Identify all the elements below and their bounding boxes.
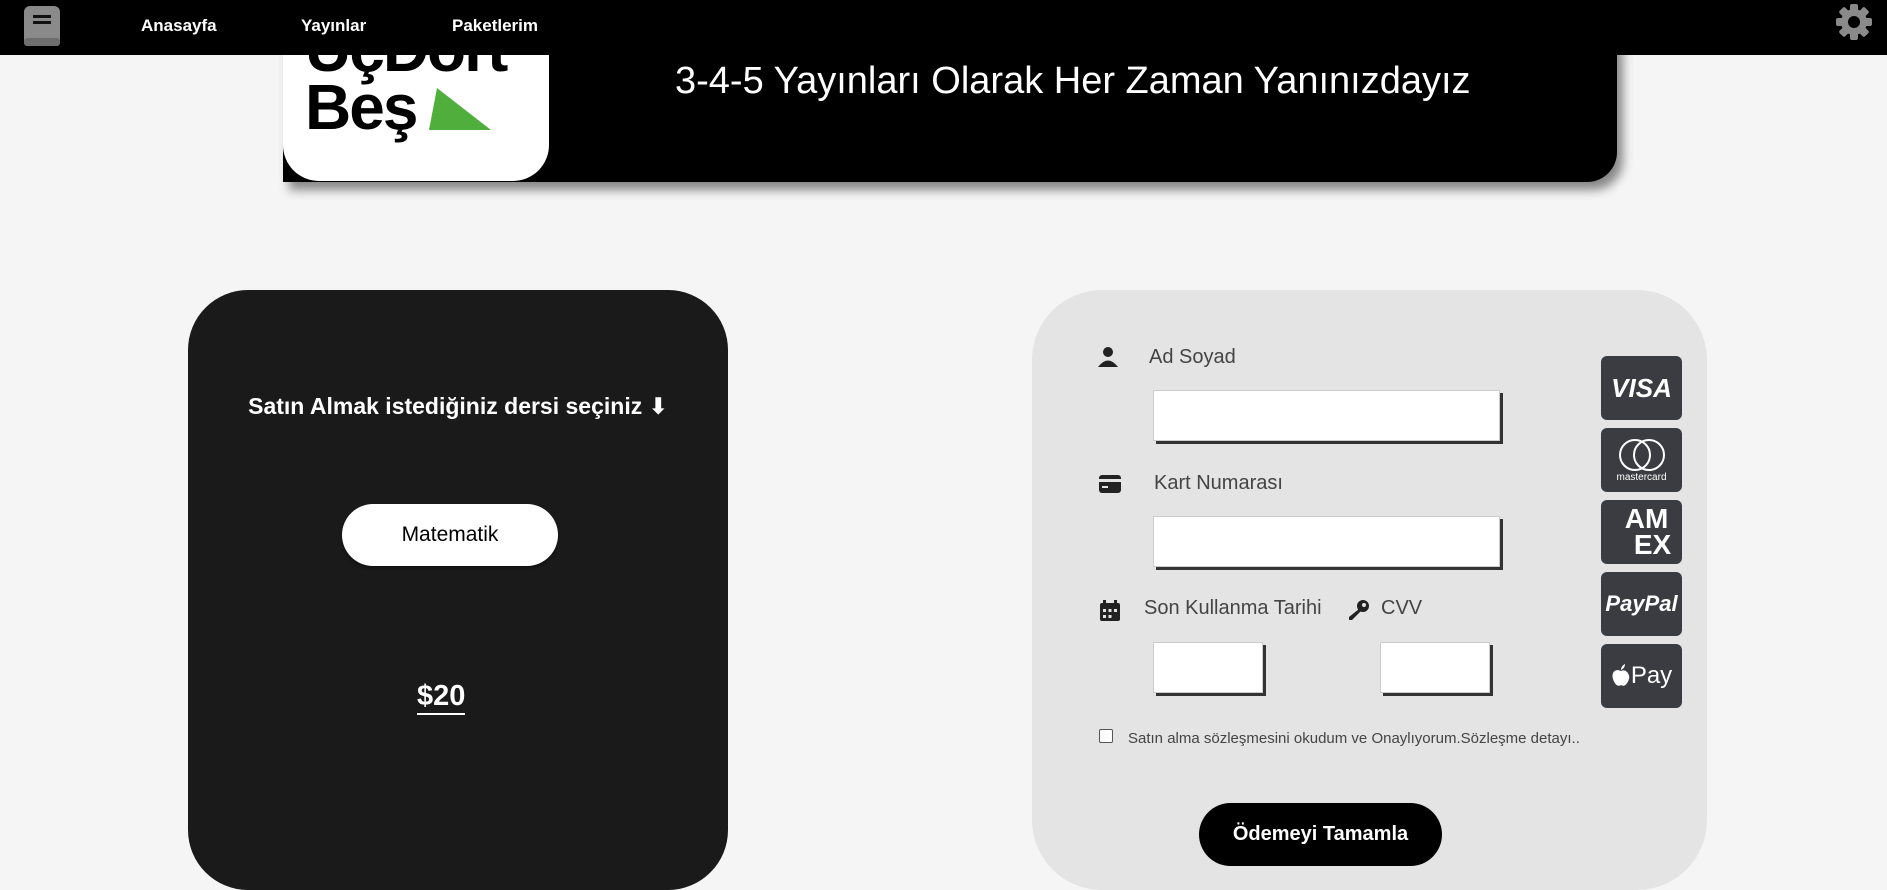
course-price: $20 bbox=[417, 679, 466, 715]
mastercard-logo: mastercard bbox=[1601, 428, 1682, 492]
course-select-card: Satın Almak istediğiniz dersi seçiniz ⬇ … bbox=[188, 290, 728, 890]
amex-logo: AM EX bbox=[1601, 500, 1682, 564]
hero-title: 3-4-5 Yayınları Olarak Her Zaman Yanınız… bbox=[675, 60, 1471, 102]
paypal-logo: PayPal bbox=[1601, 572, 1682, 636]
nav-link-home[interactable]: Anasayfa bbox=[141, 16, 217, 36]
name-label: Ad Soyad bbox=[1149, 346, 1236, 368]
key-icon bbox=[1349, 600, 1369, 620]
apple-pay-logo: Pay bbox=[1601, 644, 1682, 708]
mastercard-circles-icon bbox=[1618, 438, 1665, 471]
agreement-text[interactable]: Satın alma sözleşmesini okudum ve Onaylı… bbox=[1128, 730, 1580, 747]
name-input[interactable] bbox=[1153, 390, 1500, 441]
user-icon bbox=[1098, 347, 1118, 367]
apple-icon bbox=[1612, 664, 1630, 686]
gear-icon[interactable] bbox=[1834, 2, 1874, 42]
expiry-label: Son Kullanma Tarihi bbox=[1144, 597, 1322, 619]
nav-link-publications[interactable]: Yayınlar bbox=[301, 16, 366, 36]
calendar-icon bbox=[1100, 600, 1120, 621]
book-icon[interactable] bbox=[21, 4, 63, 50]
expiry-input[interactable] bbox=[1153, 642, 1263, 693]
credit-card-icon bbox=[1099, 475, 1121, 493]
course-math-button[interactable]: Matematik bbox=[342, 504, 558, 566]
card-number-input[interactable] bbox=[1153, 516, 1500, 567]
nav-link-packages[interactable]: Paketlerim bbox=[452, 16, 538, 36]
logo-triangle-icon bbox=[429, 88, 491, 130]
cvv-label: CVV bbox=[1381, 597, 1423, 619]
agreement-checkbox[interactable] bbox=[1099, 729, 1113, 743]
card-number-label: Kart Numarası bbox=[1154, 472, 1283, 494]
top-navbar: Anasayfa Yayınlar Paketlerim bbox=[0, 0, 1887, 55]
payment-card: Ad Soyad Kart Numarası Son Kullanma Tari… bbox=[1032, 290, 1707, 890]
course-select-title: Satın Almak istediğiniz dersi seçiniz ⬇ bbox=[248, 393, 668, 419]
visa-logo: VISA bbox=[1601, 356, 1682, 420]
brand-logo[interactable]: ÜçDört Beş bbox=[283, 40, 549, 181]
complete-payment-button[interactable]: Ödemeyi Tamamla bbox=[1199, 803, 1442, 866]
cvv-input[interactable] bbox=[1380, 642, 1490, 693]
